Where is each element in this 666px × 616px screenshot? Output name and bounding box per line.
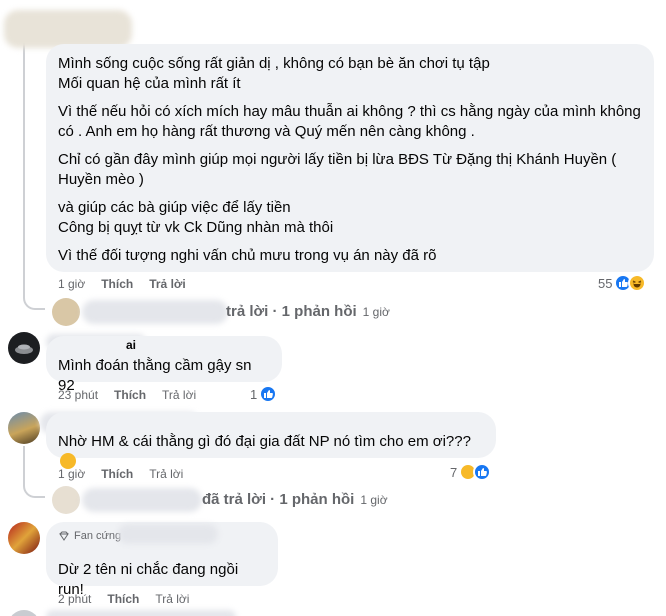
like-button[interactable]: Thích xyxy=(101,277,133,291)
comment-1-reactions[interactable]: 55 xyxy=(598,274,647,292)
comment-1-line: Công bị quỵt từ vk Ck Dũng nhàn mà thôi xyxy=(58,219,334,236)
thread-line-1-curve xyxy=(23,296,45,310)
comment-1-line: Vì thế nếu hỏi có xích mích hay mâu thuẫ… xyxy=(58,103,641,120)
replies-summary: đã trả lời · 1 phản hồi xyxy=(202,491,355,508)
like-button[interactable]: Thích xyxy=(101,467,133,481)
comment-bubble-3: Nhờ HM & cái thằng gì đó đại gia đất NP … xyxy=(46,412,496,469)
user-avatar[interactable] xyxy=(8,332,40,364)
user-avatar[interactable] xyxy=(8,610,40,616)
comment-3-body: Nhờ HM & cái thằng gì đó đại gia đất NP … xyxy=(58,433,471,450)
blurred-author-name xyxy=(118,524,218,544)
like-reaction-icon xyxy=(259,385,278,403)
comment-bubble-2: ai Mình đoán thằng cầm gậy sn 92 xyxy=(46,336,282,394)
reply-button[interactable]: Trả lời xyxy=(149,467,183,481)
like-button[interactable]: Thích xyxy=(107,592,139,606)
view-replies-link-1[interactable]: trả lời · 1 phản hồi 1 giờ xyxy=(226,303,390,320)
reaction-count: 55 xyxy=(598,275,613,291)
blurred-author-header xyxy=(4,10,132,48)
view-replies-link-3[interactable]: đã trả lời · 1 phản hồi 1 giờ xyxy=(202,491,388,508)
comment-4-actions: 2 phút Thích Trả lời xyxy=(58,592,205,606)
reply-button[interactable]: Trả lời xyxy=(162,388,196,402)
comment-1-text: Mình sống cuộc sống rất giản dị , không … xyxy=(58,54,644,266)
comment-3-actions: 1 giờ Thích Trả lời xyxy=(58,467,199,481)
like-reaction-icon xyxy=(473,463,492,481)
reaction-count: 7 xyxy=(450,464,458,480)
like-button[interactable]: Thích xyxy=(114,388,146,402)
fan-badge-label: Fan cứng xyxy=(74,530,122,542)
replies-time: 1 giờ xyxy=(362,304,390,319)
comment-1-line: Mình sống cuộc sống rất giản dị , không … xyxy=(58,55,490,72)
comment-2-reactions[interactable]: 1 xyxy=(250,385,278,403)
reply-button[interactable]: Trả lời xyxy=(155,592,189,606)
comment-1-line: và giúp các bà giúp việc để lấy tiền xyxy=(58,199,291,216)
comment-1-line: Huyền mèo ) xyxy=(58,171,144,188)
thread-line-3-curve xyxy=(23,484,45,498)
comment-1-line: có . Anh em họ hàng rất thương và Quý mế… xyxy=(58,123,475,140)
comment-bubble-4: Fan cứng Dừ 2 tên ni chắc đang ngồi run! xyxy=(46,522,278,598)
replies-time: 1 giờ xyxy=(360,492,388,507)
comment-4-time[interactable]: 2 phút xyxy=(58,592,91,606)
comment-1-line: Vì thế đối tượng nghi vấn chủ mưu trong … xyxy=(58,247,437,264)
comment-2-time[interactable]: 23 phút xyxy=(58,388,98,402)
blurred-reply-author xyxy=(82,488,202,512)
reply-button[interactable]: Trả lời xyxy=(149,277,186,291)
replies-summary: trả lời · 1 phản hồi xyxy=(226,303,357,320)
blurred-author-name xyxy=(46,610,236,616)
user-avatar[interactable] xyxy=(8,412,40,444)
comment-1-line: Mối quan hệ của mình rất ít xyxy=(58,75,241,92)
comment-2-actions: 23 phút Thích Trả lời xyxy=(58,388,212,402)
reply-avatar[interactable] xyxy=(52,298,80,326)
comment-1-actions: 1 giờ Thích Trả lời xyxy=(58,277,202,291)
comment-3-time[interactable]: 1 giờ xyxy=(58,467,85,481)
fan-badge: Fan cứng xyxy=(58,530,121,542)
thread-line-3 xyxy=(23,446,25,486)
thread-line-1 xyxy=(23,30,25,298)
comment-bubble-1: Mình sống cuộc sống rất giản dị , không … xyxy=(46,44,654,272)
comment-3-reactions[interactable]: 7 xyxy=(450,463,492,481)
reaction-count: 1 xyxy=(250,386,258,402)
fan-badge-icon xyxy=(59,531,69,541)
author-fragment: ai xyxy=(126,338,137,352)
haha-reaction-icon xyxy=(628,274,647,292)
user-avatar[interactable] xyxy=(8,522,40,554)
comment-1-time[interactable]: 1 giờ xyxy=(58,277,85,291)
comment-3-text: Nhờ HM & cái thằng gì đó đại gia đất NP … xyxy=(58,432,486,472)
reply-avatar[interactable] xyxy=(52,486,80,514)
blurred-reply-author xyxy=(82,300,228,324)
comment-1-line: Chỉ có gần đây mình giúp mọi người lấy t… xyxy=(58,151,617,168)
